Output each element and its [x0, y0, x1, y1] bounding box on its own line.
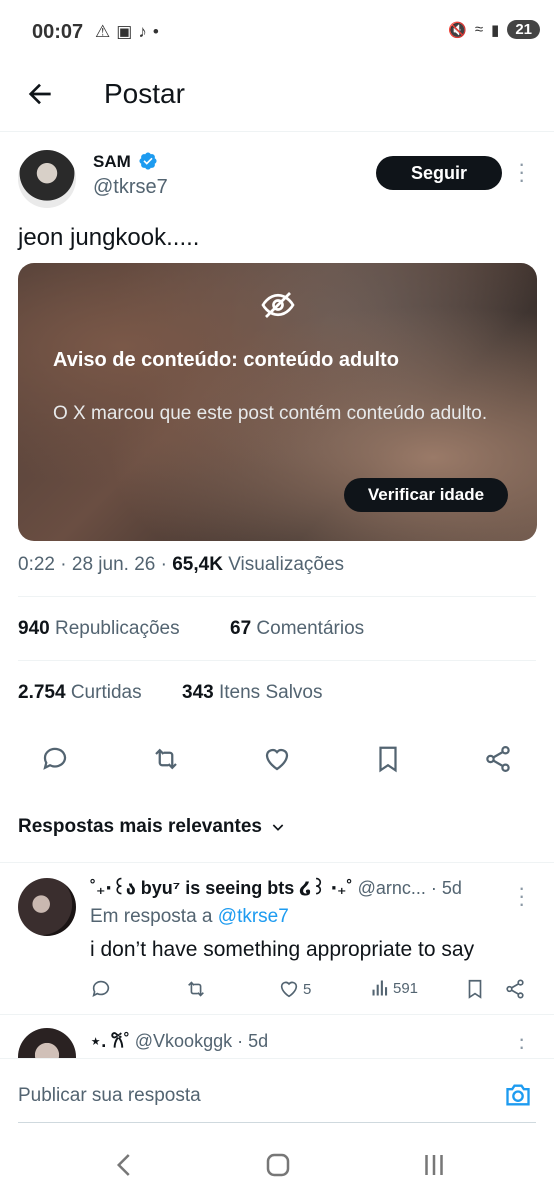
reply-like-count: 5 — [303, 980, 312, 998]
views-bar-icon — [372, 980, 388, 996]
reply-more-options-icon[interactable]: · · — [518, 1028, 525, 1058]
comments-stat[interactable]: 67 Comentários — [230, 618, 364, 640]
reply-repost-action[interactable] — [185, 978, 207, 1000]
repost-icon — [188, 981, 204, 997]
system-nav-bar — [0, 1124, 554, 1200]
reply-header[interactable]: ⋆. 𐙚˚ @Vkookggk · 5d — [90, 1029, 268, 1053]
reply-composer[interactable]: Publicar sua resposta — [0, 1058, 554, 1124]
tiktok-icon: ♪ — [138, 22, 147, 41]
reply-bookmark-action[interactable] — [464, 978, 486, 1000]
reply-author-name: ⋆. 𐙚˚ — [90, 1031, 130, 1051]
reply-age: · 5d — [430, 878, 462, 898]
views-count: 65,4K — [172, 554, 223, 575]
reply-more-options-icon[interactable]: · · · — [518, 877, 525, 915]
saves-stat[interactable]: 343 Itens Salvos — [182, 682, 322, 704]
likes-stat[interactable]: 2.754 Curtidas — [18, 682, 142, 704]
reply-context: Em resposta a @tkrse7 — [90, 906, 289, 927]
author-name[interactable]: SAM — [93, 152, 131, 172]
replies-sort-dropdown[interactable]: Respostas mais relevantes — [18, 816, 286, 838]
nav-home-icon[interactable] — [263, 1150, 293, 1180]
camera-icon[interactable] — [502, 1081, 534, 1109]
reply-views-action[interactable]: 591 — [370, 978, 418, 998]
views-label[interactable]: Visualizações — [228, 554, 344, 575]
repost-icon[interactable] — [151, 744, 181, 774]
eye-off-icon — [261, 292, 295, 318]
status-system-icons: 🔇 ≈ ▮ 21 — [448, 20, 540, 39]
reply-share-action[interactable] — [504, 978, 526, 1000]
reply-text: i don’t have something appropriate to sa… — [90, 938, 475, 961]
page-title: Postar — [104, 78, 185, 109]
reply-age: · 5d — [237, 1031, 269, 1051]
reply-author-handle: @arnc... — [357, 878, 426, 898]
dot-icon: • — [152, 22, 159, 41]
like-icon[interactable] — [262, 744, 292, 774]
verified-badge-icon — [139, 152, 157, 170]
post-date: 28 jun. 26 — [71, 554, 156, 575]
warning-body: O X marcou que este post contém conteúdo… — [53, 403, 488, 424]
post-time: 0:22 — [18, 554, 55, 575]
signal-icon: ▮ — [491, 21, 500, 39]
reply-header[interactable]: ˚₊‧꒰ა byu⁷ is seeing bts ໒꒱ ‧₊˚ @arnc...… — [90, 876, 462, 899]
back-arrow-icon[interactable] — [24, 78, 56, 110]
reply-icon — [92, 980, 110, 997]
sensitive-media[interactable]: Aviso de conteúdo: conteúdo adulto O X m… — [18, 263, 537, 541]
more-options-icon[interactable]: · · · — [518, 153, 525, 191]
reply-icon[interactable] — [40, 744, 70, 774]
chevron-down-icon — [272, 824, 284, 831]
author-avatar[interactable] — [18, 150, 76, 208]
divider — [0, 862, 554, 863]
verify-age-button[interactable]: Verificar idade — [344, 478, 508, 512]
warning-icon: ⚠ — [95, 22, 111, 41]
reply-avatar[interactable] — [18, 1028, 76, 1058]
post-text: jeon jungkook..... — [18, 224, 200, 251]
status-notification-icons: ⚠ ▣ ♪ • — [95, 22, 159, 42]
share-icon — [506, 979, 524, 999]
reply-like-action[interactable]: 5 — [278, 978, 311, 1000]
reply-author-name: ˚₊‧꒰ა byu⁷ is seeing bts ໒꒱ ‧₊˚ — [90, 878, 353, 898]
mute-icon: 🔇 — [448, 21, 467, 39]
like-icon — [280, 981, 298, 998]
reposts-stat[interactable]: 940 Republicações — [18, 618, 180, 640]
battery-icon: 21 — [507, 20, 540, 39]
status-bar: 00:07 ⚠ ▣ ♪ • 🔇 ≈ ▮ 21 — [0, 0, 554, 66]
top-bar: Postar — [0, 66, 554, 132]
bookmark-icon[interactable] — [373, 744, 403, 774]
divider — [18, 660, 536, 661]
wifi-icon: ≈ — [474, 21, 484, 38]
divider — [18, 596, 536, 597]
nav-recents-icon[interactable] — [419, 1150, 449, 1180]
instagram-icon: ▣ — [116, 22, 133, 41]
reply-input[interactable]: Publicar sua resposta — [18, 1085, 201, 1107]
status-time: 00:07 — [32, 21, 84, 43]
nav-back-icon[interactable] — [110, 1150, 140, 1180]
composer-underline — [18, 1122, 536, 1123]
follow-button[interactable]: Seguir — [376, 156, 502, 190]
author-handle[interactable]: @tkrse7 — [93, 176, 168, 199]
reply-avatar[interactable] — [18, 878, 76, 936]
reply-to-link[interactable]: @tkrse7 — [218, 906, 289, 927]
reply-views-count: 591 — [393, 979, 419, 997]
reply-author-handle: @Vkookggk — [134, 1031, 233, 1051]
bookmark-icon — [468, 979, 482, 999]
post-meta: 0:22 · 28 jun. 26 · 65,4K Visualizações — [18, 554, 345, 575]
share-icon[interactable] — [483, 744, 513, 774]
divider — [0, 1014, 554, 1015]
warning-title: Aviso de conteúdo: conteúdo adulto — [53, 349, 399, 371]
reply-comment-action[interactable] — [90, 978, 112, 1000]
